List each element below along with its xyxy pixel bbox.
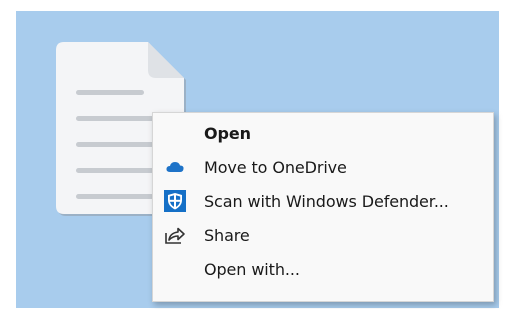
menu-item-open-with[interactable]: Open with... <box>153 252 493 286</box>
menu-item-open[interactable]: Open <box>153 116 493 150</box>
menu-item-scan-with-windows-defender[interactable]: Scan with Windows Defender... <box>153 184 493 218</box>
menu-item-share[interactable]: Share <box>153 218 493 252</box>
windows-defender-shield-icon <box>164 190 186 212</box>
menu-item-label: Share <box>204 225 250 245</box>
onedrive-cloud-icon <box>164 156 186 178</box>
menu-item-label: Move to OneDrive <box>204 157 347 177</box>
share-icon <box>164 224 186 246</box>
desktop-background: Open Move to OneDrive Scan with Windows … <box>16 11 499 308</box>
menu-item-label: Open with... <box>204 259 300 279</box>
menu-item-move-to-onedrive[interactable]: Move to OneDrive <box>153 150 493 184</box>
context-menu: Open Move to OneDrive Scan with Windows … <box>152 112 494 302</box>
menu-item-label: Open <box>204 123 251 143</box>
menu-item-label: Scan with Windows Defender... <box>204 191 449 211</box>
